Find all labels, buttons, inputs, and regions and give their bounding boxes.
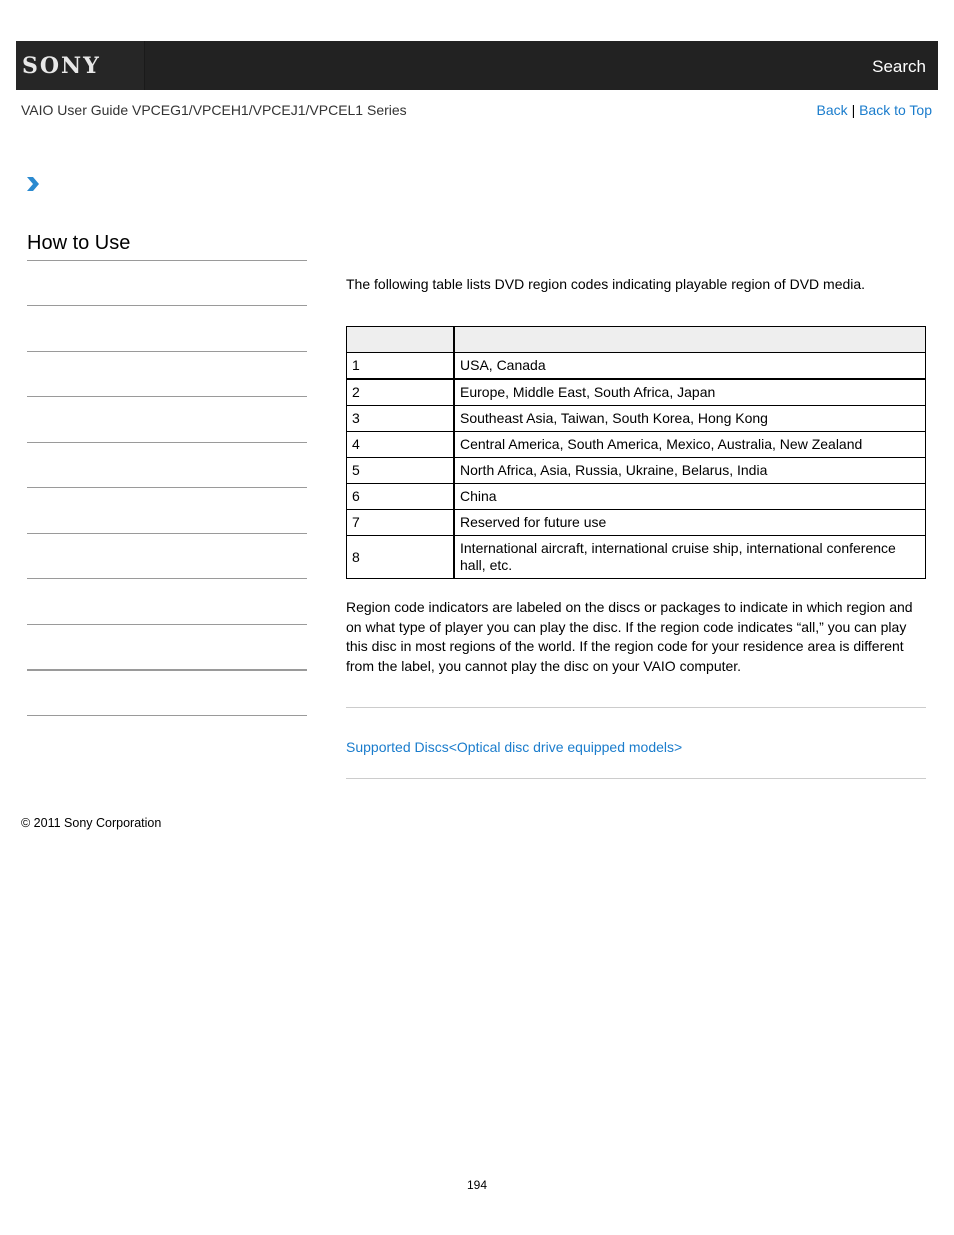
table-row: 5 North Africa, Asia, Russia, Ukraine, Be…: [346, 457, 926, 484]
region-name-cell: International aircraft, international cr…: [453, 535, 926, 579]
guide-title: VAIO User Guide VPCEG1/VPCEH1/VPCEJ1/VPC…: [21, 102, 407, 118]
page-number: 194: [466, 1178, 488, 1192]
region-code-cell: 3: [346, 405, 455, 432]
table-header-row: [346, 326, 926, 353]
sidebar-item-divider: [27, 396, 307, 397]
back-to-top-link[interactable]: Back to Top: [859, 102, 932, 118]
region-name-cell: Reserved for future use: [453, 509, 926, 536]
divider: [346, 778, 926, 779]
table-row: 8 International aircraft, international c…: [346, 535, 926, 579]
table-row: 1 USA, Canada: [346, 352, 926, 380]
sidebar-title-rule: [27, 260, 307, 261]
region-code-cell: 4: [346, 431, 455, 458]
region-name-cell: Europe, Middle East, South Africa, Japan: [453, 378, 926, 406]
nav-separator: |: [851, 102, 856, 118]
back-link[interactable]: Back: [817, 102, 848, 118]
sidebar-item-divider: [27, 351, 307, 352]
sidebar-item-divider: [27, 624, 307, 625]
table-row: 2 Europe, Middle East, South Africa, Japa…: [346, 378, 926, 406]
region-code-cell: 5: [346, 457, 455, 484]
sidebar-item-divider: [27, 578, 307, 579]
table-row: 7 Reserved for future use: [346, 509, 926, 536]
table-header-code: [346, 326, 455, 353]
related-topic-link[interactable]: Supported Discs<Optical disc drive equip…: [346, 739, 682, 755]
copyright: © 2011 Sony Corporation: [21, 816, 162, 830]
region-code-table: 1 USA, Canada 2 Europe, Middle East, South …: [346, 326, 926, 579]
region-name-cell: Southeast Asia, Taiwan, South Korea, Hon…: [453, 405, 926, 432]
region-code-cell: 2: [346, 378, 455, 406]
sidebar-item-divider: [27, 669, 307, 671]
chevron-right-icon[interactable]: [25, 175, 41, 193]
sidebar-item-divider: [27, 487, 307, 488]
header-bar: SONY Search: [16, 41, 938, 90]
region-name-cell: Central America, South America, Mexico, …: [453, 431, 926, 458]
table-header-region: [453, 326, 926, 353]
region-code-cell: 8: [346, 535, 455, 579]
sidebar-item-divider: [27, 715, 307, 716]
region-name-cell: USA, Canada: [453, 352, 926, 380]
region-code-cell: 6: [346, 483, 455, 510]
sony-logo[interactable]: SONY: [16, 41, 145, 90]
logo-text: SONY: [22, 52, 101, 79]
sidebar-item-divider: [27, 533, 307, 534]
region-name-cell: China: [453, 483, 926, 510]
table-row: 4 Central America, South America, Mexico,…: [346, 431, 926, 458]
table-row: 6 China: [346, 483, 926, 510]
sidebar-item-divider: [27, 305, 307, 306]
sidebar-title: How to Use: [27, 232, 131, 254]
divider: [346, 707, 926, 708]
region-code-cell: 7: [346, 509, 455, 536]
search-button[interactable]: Search: [872, 57, 926, 77]
intro-text: The following table lists DVD region cod…: [346, 276, 866, 292]
region-explanation: Region code indicators are labeled on th…: [346, 599, 913, 674]
sidebar-item-divider: [27, 442, 307, 443]
region-code-cell: 1: [346, 352, 455, 380]
table-row: 3 Southeast Asia, Taiwan, South Korea, Ho…: [346, 405, 926, 432]
nav-links: Back | Back to Top: [817, 102, 932, 118]
region-name-cell: North Africa, Asia, Russia, Ukraine, Bel…: [453, 457, 926, 484]
